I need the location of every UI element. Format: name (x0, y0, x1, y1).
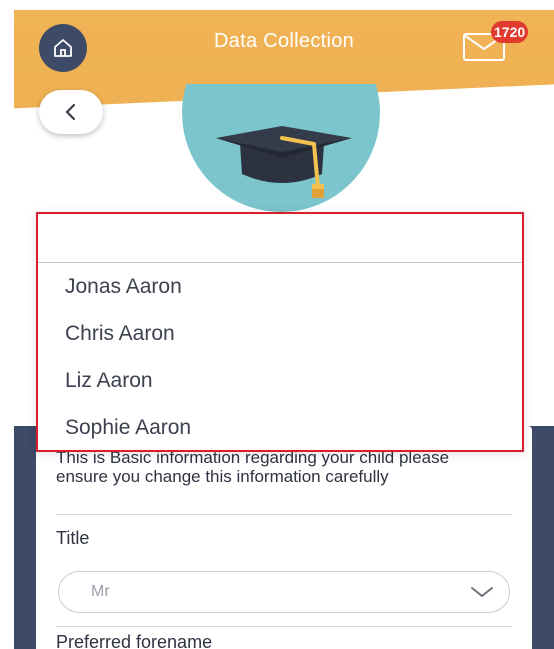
chevron-left-icon (65, 103, 76, 121)
dropdown-option[interactable]: Jonas Aaron (38, 263, 522, 310)
graduation-cap-icon (216, 126, 352, 198)
title-select-value: Mr (91, 583, 110, 600)
back-button[interactable] (39, 90, 103, 134)
dropdown-search-input[interactable] (38, 214, 522, 263)
divider (56, 626, 512, 627)
dropdown-option[interactable]: Chris Aaron (38, 310, 522, 357)
screen: Data Collection 1720 This is Basic infor… (0, 0, 554, 649)
mail-badge: 1720 (491, 21, 529, 43)
basic-info-card: This is Basic information regarding your… (36, 426, 532, 649)
chevron-down-icon (471, 587, 493, 597)
child-select-dropdown: Jonas Aaron Chris Aaron Liz Aaron Sophie… (36, 212, 524, 452)
app-view: Data Collection 1720 This is Basic infor… (14, 10, 554, 649)
title-select[interactable]: Mr (58, 571, 510, 613)
dropdown-list: Jonas Aaron Chris Aaron Liz Aaron Sophie… (38, 263, 522, 451)
preferred-forename-label: Preferred forename (56, 632, 213, 649)
avatar (182, 84, 380, 212)
divider (56, 514, 512, 515)
dropdown-option[interactable]: Sophie Aaron (38, 404, 522, 451)
title-label: Title (56, 528, 90, 548)
dropdown-option[interactable]: Liz Aaron (38, 357, 522, 404)
info-text: This is Basic information regarding your… (56, 448, 450, 486)
